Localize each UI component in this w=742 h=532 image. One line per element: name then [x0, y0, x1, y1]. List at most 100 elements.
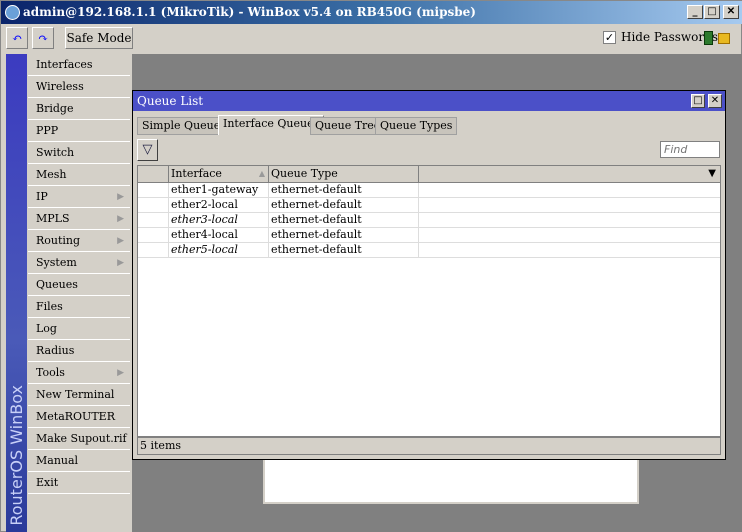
sidebar-item-label: MPLS [36, 212, 70, 225]
sidebar-item-label: MetaROUTER [36, 410, 115, 423]
sidebar-item-label: Log [36, 322, 57, 335]
sidebar-item-label: Routing [36, 234, 81, 247]
queue-list-window: Queue List □ ✕ Simple Queues Interface Q… [132, 90, 726, 460]
maximize-button[interactable]: □ [704, 5, 720, 19]
column-header-interface[interactable]: Interface ▲ [169, 166, 269, 183]
column-header-queue-type[interactable]: Queue Type [269, 166, 419, 183]
sidebar-item-make-supout-rif[interactable]: Make Supout.rif [28, 428, 130, 450]
hide-passwords-checkbox[interactable]: ✓ [603, 31, 616, 44]
sidebar-item-label: Make Supout.rif [36, 432, 127, 445]
interface-queues-table: Interface ▲ Queue Type ▼ ether1-gateway et… [137, 165, 721, 437]
sidebar-item-log[interactable]: Log [28, 318, 130, 340]
lock-icon [718, 33, 730, 44]
sidebar-item-mpls[interactable]: MPLS ▶ [28, 208, 130, 230]
table-row[interactable]: ether5-local ethernet-default [138, 243, 720, 258]
brand-label: RouterOS WinBox [7, 385, 26, 526]
connection-status-icon [704, 31, 713, 45]
sidebar-item-new-terminal[interactable]: New Terminal [28, 384, 130, 406]
table-row[interactable]: ether1-gateway ethernet-default [138, 183, 720, 198]
filter-button[interactable]: ▽ [137, 139, 158, 161]
sidebar-item-tools[interactable]: Tools ▶ [28, 362, 130, 384]
minimize-button[interactable]: _ [687, 5, 703, 19]
winbox-logo-icon [5, 5, 20, 20]
tab-queue-types[interactable]: Queue Types [375, 117, 458, 135]
sidebar-item-mesh[interactable]: Mesh [28, 164, 130, 186]
submenu-arrow-icon: ▶ [117, 368, 124, 378]
sidebar-item-label: Radius [36, 344, 75, 357]
sidebar-item-metarouter[interactable]: MetaROUTER [28, 406, 130, 428]
submenu-arrow-icon: ▶ [117, 236, 124, 246]
sidebar-item-queues[interactable]: Queues [28, 274, 130, 296]
cell-interface: ether5-local [169, 243, 269, 258]
queue-list-title: Queue List [133, 91, 725, 111]
sidebar-item-label: Mesh [36, 168, 67, 181]
sidebar-item-label: New Terminal [36, 388, 115, 401]
cell-interface: ether2-local [169, 198, 269, 213]
tab-interface-queues[interactable]: Interface Queues [218, 115, 325, 135]
sidebar-item-manual[interactable]: Manual [28, 450, 130, 472]
column-header-blank: ▼ [419, 166, 720, 183]
sidebar-item-label: Switch [36, 146, 75, 159]
sidebar-item-label: IP [36, 190, 48, 203]
sidebar-item-label: Bridge [36, 102, 74, 115]
sidebar-item-label: Manual [36, 454, 79, 467]
sidebar-item-label: System [36, 256, 77, 269]
brand-strip: RouterOS WinBox [6, 54, 27, 532]
row-header [138, 166, 169, 183]
background-window [263, 456, 639, 504]
submenu-arrow-icon: ▶ [117, 258, 124, 268]
row-marker [138, 183, 169, 198]
row-marker [138, 228, 169, 243]
sidebar-item-label: Exit [36, 476, 59, 489]
sidebar-item-bridge[interactable]: Bridge [28, 98, 130, 120]
title-bar: admin@192.168.1.1 (MikroTik) - WinBox v5… [1, 1, 742, 24]
sidebar-item-wireless[interactable]: Wireless [28, 76, 130, 98]
cell-queue-type: ethernet-default [269, 183, 419, 198]
sidebar-item-routing[interactable]: Routing ▶ [28, 230, 130, 252]
queue-list-maximize-button[interactable]: □ [691, 94, 705, 108]
cell-interface: ether1-gateway [169, 183, 269, 198]
cell-queue-type: ethernet-default [269, 243, 419, 258]
sidebar: RouterOS WinBox Interfaces Wireless Bridge… [6, 54, 132, 532]
safe-mode-button[interactable]: Safe Mode [65, 27, 133, 49]
sidebar-item-switch[interactable]: Switch [28, 142, 130, 164]
window-title: admin@192.168.1.1 (MikroTik) - WinBox v5… [23, 5, 476, 19]
filter-icon: ▽ [142, 142, 153, 157]
sidebar-item-files[interactable]: Files [28, 296, 130, 318]
cell-queue-type: ethernet-default [269, 228, 419, 243]
tab-simple-queues[interactable]: Simple Queues [137, 117, 231, 135]
sidebar-item-exit[interactable]: Exit [28, 472, 130, 494]
submenu-arrow-icon: ▶ [117, 192, 124, 202]
undo-icon: ↶ [11, 31, 23, 45]
submenu-arrow-icon: ▶ [117, 214, 124, 224]
columns-dropdown-icon[interactable]: ▼ [708, 166, 716, 182]
sidebar-item-ip[interactable]: IP ▶ [28, 186, 130, 208]
sidebar-item-ppp[interactable]: PPP [28, 120, 130, 142]
sidebar-item-interfaces[interactable]: Interfaces [28, 54, 130, 76]
close-button[interactable]: ✕ [723, 5, 739, 19]
row-marker [138, 198, 169, 213]
status-bar: 5 items [137, 437, 721, 455]
sort-asc-icon: ▲ [258, 169, 265, 178]
sidebar-item-label: Files [36, 300, 63, 313]
cell-queue-type: ethernet-default [269, 213, 419, 228]
cell-interface: ether4-local [169, 228, 269, 243]
cell-queue-type: ethernet-default [269, 198, 419, 213]
find-input[interactable] [660, 141, 720, 158]
table-row[interactable]: ether4-local ethernet-default [138, 228, 720, 243]
sidebar-item-radius[interactable]: Radius [28, 340, 130, 362]
toolbar: ↶ ↷ Safe Mode ✓ Hide Passwords [1, 24, 742, 52]
sidebar-item-label: PPP [36, 124, 59, 137]
queue-list-close-button[interactable]: ✕ [708, 94, 722, 108]
sidebar-item-label: Tools [36, 366, 65, 379]
undo-button[interactable]: ↶ [6, 27, 28, 49]
sidebar-item-system[interactable]: System ▶ [28, 252, 130, 274]
row-marker [138, 243, 169, 258]
sidebar-item-label: Queues [36, 278, 78, 291]
redo-icon: ↷ [37, 31, 49, 45]
sidebar-item-label: Interfaces [36, 58, 93, 71]
table-row[interactable]: ether3-local ethernet-default [138, 213, 720, 228]
sidebar-item-label: Wireless [36, 80, 84, 93]
table-row[interactable]: ether2-local ethernet-default [138, 198, 720, 213]
redo-button[interactable]: ↷ [32, 27, 54, 49]
